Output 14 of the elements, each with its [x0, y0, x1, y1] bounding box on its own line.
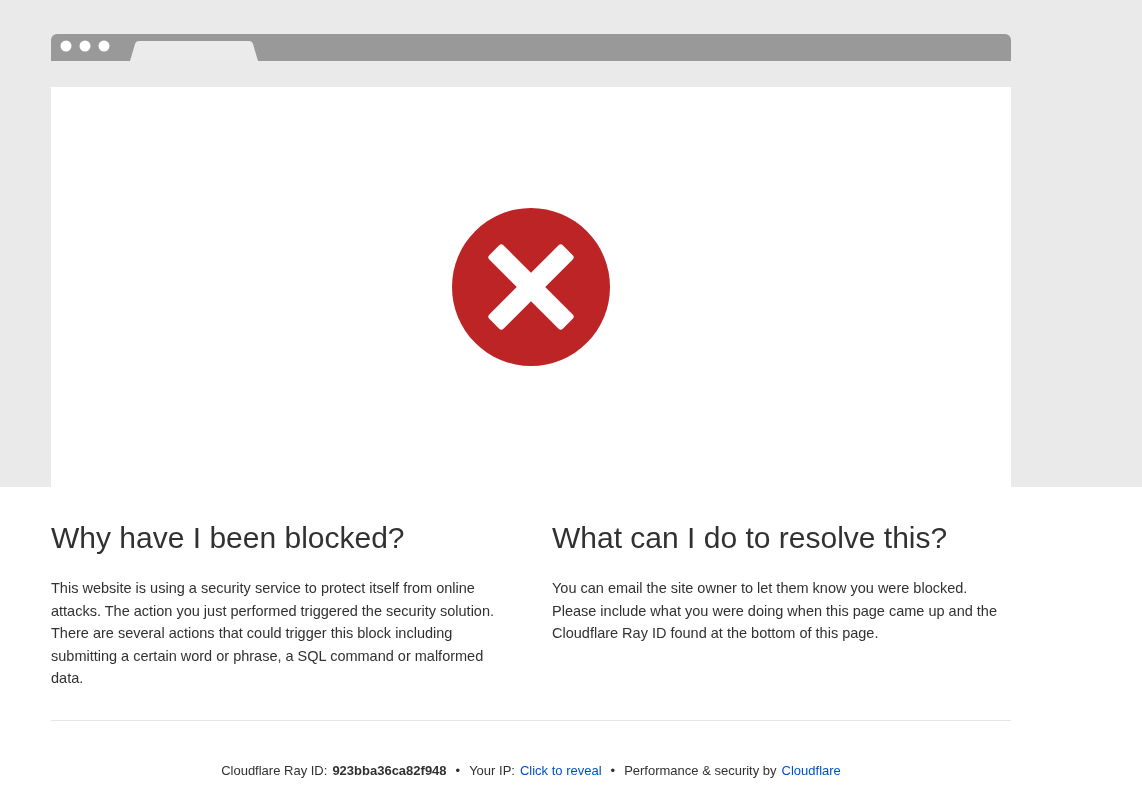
section-heading: Why have I been blocked?	[51, 520, 406, 556]
separator: •	[455, 762, 461, 778]
ip-label: Your IP:	[469, 762, 515, 778]
error-icon	[452, 208, 610, 366]
performance-label: Performance & security by	[624, 762, 777, 778]
ray-id-label: Cloudflare Ray ID:	[221, 762, 328, 778]
section-text: This website is using a security service to protect itself from online attacks. The action you just performed triggered the security solution. There are several actions that could trigger this block including submitting a certain word or phrase, a SQL command or malformed data.	[51, 579, 495, 689]
section-text: You can email the site owner to let them know you were blocked. Please include what you were doing when this page came up and the Cloudflare Ray ID found at the bottom of this page.	[552, 579, 998, 644]
section-heading: What can I do to resolve this?	[552, 520, 949, 556]
separator: •	[610, 762, 616, 778]
window-dots-icon	[60, 40, 110, 52]
cloudflare-link[interactable]: Cloudflare	[781, 762, 841, 778]
ray-id: 923bba36ca82f948	[332, 762, 447, 778]
reveal-ip-link[interactable]: Click to reveal	[519, 762, 602, 778]
